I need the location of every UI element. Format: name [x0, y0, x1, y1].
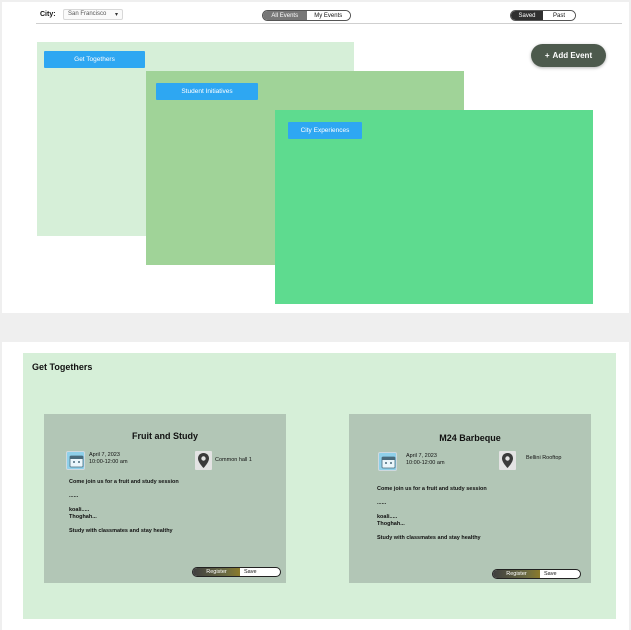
event-time: 10:00-12:00 am — [406, 460, 445, 466]
top-panel: City: San Francisco ▾ All Events My Even… — [2, 2, 629, 313]
tab-past[interactable]: Past — [543, 11, 575, 20]
event-location: Common hall 1 — [215, 457, 252, 463]
event-card[interactable]: M24 Barbeque April 7, 2023 10:00-12:00 a… — [349, 414, 591, 583]
add-event-button[interactable]: + Add Event — [531, 44, 606, 67]
event-datetime: April 7, 2023 10:00-12:00 am — [89, 452, 128, 466]
register-save-toggle: Register Save — [492, 569, 581, 579]
event-datetime: April 7, 2023 10:00-12:00 am — [406, 453, 445, 467]
history-toggle: Saved Past — [510, 10, 576, 21]
location-pin-icon — [195, 451, 212, 470]
calendar-icon — [378, 452, 397, 471]
chevron-down-icon: ▾ — [114, 12, 118, 18]
register-save-toggle: Register Save — [192, 567, 281, 577]
bottom-panel: Get Togethers Fruit and Study April 7, 2… — [2, 342, 629, 630]
category-card-city-experiences[interactable]: City Experiences — [275, 110, 593, 304]
category-button-student-initiatives[interactable]: Student Initiatives — [156, 83, 258, 100]
register-button[interactable]: Register — [193, 568, 240, 576]
event-description: Come join us for a fruit and study sessi… — [69, 479, 179, 534]
add-event-label: Add Event — [552, 51, 593, 60]
tab-all-events[interactable]: All Events — [263, 11, 307, 20]
event-date: April 7, 2023 — [89, 452, 120, 458]
category-button-get-togethers[interactable]: Get Togethers — [44, 51, 145, 68]
city-select[interactable]: San Francisco ▾ — [63, 9, 123, 20]
event-title: M24 Barbeque — [439, 433, 501, 443]
category-button-city-experiences[interactable]: City Experiences — [288, 122, 362, 139]
location-pin-icon — [499, 451, 516, 470]
section-title: Get Togethers — [32, 362, 93, 372]
save-button[interactable]: Save — [240, 568, 280, 576]
event-title: Fruit and Study — [132, 431, 198, 441]
register-button[interactable]: Register — [493, 570, 540, 578]
event-time: 10:00-12:00 am — [89, 459, 128, 465]
events-toggle: All Events My Events — [262, 10, 351, 21]
event-date: April 7, 2023 — [406, 453, 437, 459]
event-card[interactable]: Fruit and Study April 7, 2023 10:00-12:0… — [44, 414, 286, 583]
events-section: Get Togethers Fruit and Study April 7, 2… — [23, 353, 616, 619]
event-location: Bellini Rooftop — [526, 455, 562, 461]
top-bar: City: San Francisco ▾ All Events My Even… — [36, 8, 622, 24]
tab-my-events[interactable]: My Events — [306, 11, 350, 20]
plus-icon: + — [544, 51, 550, 60]
calendar-icon — [66, 451, 85, 470]
event-description: Come join us for a fruit and study sessi… — [377, 486, 487, 541]
city-value: San Francisco — [68, 11, 107, 17]
city-label: City: — [40, 11, 56, 18]
tab-saved[interactable]: Saved — [511, 11, 543, 20]
save-button[interactable]: Save — [540, 570, 580, 578]
